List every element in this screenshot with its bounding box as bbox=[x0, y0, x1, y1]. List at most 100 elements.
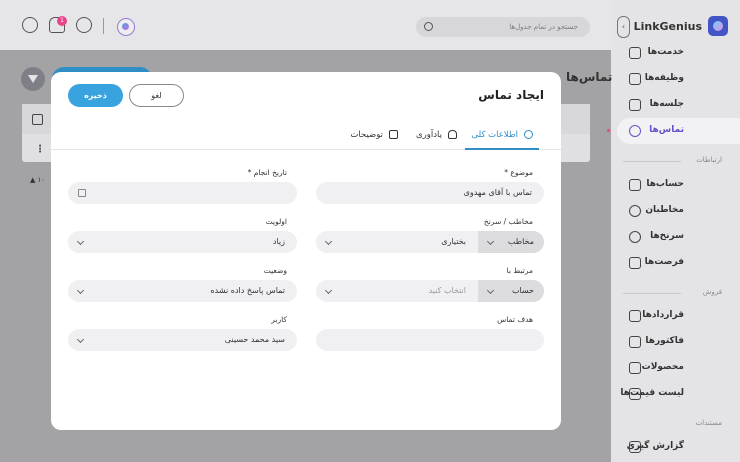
goal-field[interactable] bbox=[316, 329, 544, 351]
priority-value: زیاد bbox=[272, 237, 285, 246]
sidebar-item-services[interactable]: خدمت‌ها bbox=[617, 40, 740, 66]
sidebar-item-pricelists[interactable]: لیست قیمت‌ها bbox=[617, 381, 740, 407]
date-field[interactable] bbox=[68, 182, 297, 204]
user-select[interactable]: سید محمد حسینی bbox=[68, 329, 297, 351]
sidebar-item-label: قراردادها bbox=[642, 310, 684, 320]
contact-select[interactable]: مخاطب بختیاری bbox=[316, 231, 544, 253]
sidebar-item-tasks[interactable]: وظیفه‌ها bbox=[617, 66, 740, 92]
create-call-dialog: ایجاد تماس ذخیره لغو اطلاعات کلی یادآوری… bbox=[51, 72, 561, 430]
notification-badge: 1 bbox=[57, 16, 67, 26]
tab-label: یادآوری bbox=[416, 130, 442, 140]
related-type-value: حساب bbox=[511, 286, 534, 295]
sidebar-item-label: فاکتورها bbox=[645, 336, 684, 346]
logo-icon bbox=[708, 16, 728, 36]
invoices-icon bbox=[629, 336, 641, 348]
tab-label: توضیحات bbox=[350, 130, 383, 140]
related-label: مرتبط با bbox=[506, 266, 533, 275]
contracts-icon bbox=[629, 310, 641, 322]
date-label: تاریخ انجام * bbox=[247, 168, 287, 177]
sidebar-item-label: خدمت‌ها bbox=[647, 47, 684, 57]
sidebar-item-label: تماس‌ها bbox=[649, 125, 684, 135]
reports-icon bbox=[629, 441, 641, 453]
contacts-icon bbox=[629, 205, 641, 217]
related-placeholder: انتخاب کنید bbox=[428, 286, 466, 295]
chevron-down-icon bbox=[486, 286, 495, 295]
document-icon bbox=[389, 130, 398, 139]
brand-name: LinkGenius bbox=[633, 20, 702, 33]
sidebar-item-opportunities[interactable]: فرصت‌ها bbox=[617, 250, 740, 276]
bell-icon bbox=[448, 130, 457, 139]
sidebar-item-label: حساب‌ها bbox=[646, 179, 684, 189]
subject-label: موضوع * bbox=[504, 168, 533, 177]
page-title: تماس‌ها bbox=[566, 70, 613, 84]
sidebar-item-label: سرنخ‌ها bbox=[650, 231, 684, 241]
filter-icon[interactable] bbox=[21, 67, 45, 91]
sidebar-item-invoices[interactable]: فاکتورها bbox=[617, 329, 740, 355]
sidebar-item-label: محصولات bbox=[641, 362, 684, 372]
sidebar-item-label: جلسه‌ها bbox=[649, 99, 684, 109]
opportunities-icon bbox=[629, 257, 641, 269]
contact-label: مخاطب / سرنخ bbox=[483, 217, 533, 226]
user-value: سید محمد حسینی bbox=[224, 335, 285, 344]
top-bar: 1 جستجو در تمام جدول‌ها bbox=[0, 0, 611, 50]
cancel-button[interactable]: لغو bbox=[129, 84, 184, 107]
calendar-icon[interactable] bbox=[78, 189, 86, 197]
tasks-icon bbox=[629, 73, 641, 85]
chevron-down-icon bbox=[486, 237, 495, 246]
add-circle-icon[interactable] bbox=[76, 17, 92, 33]
info-icon bbox=[524, 130, 533, 139]
tab-description[interactable]: توضیحات bbox=[344, 120, 404, 150]
products-icon bbox=[629, 362, 641, 374]
leads-icon bbox=[629, 231, 641, 243]
priority-select[interactable]: زیاد bbox=[68, 231, 297, 253]
section-label-docs: مستندات bbox=[695, 419, 722, 427]
save-button[interactable]: ذخیره bbox=[68, 84, 123, 107]
sidebar-item-accounts[interactable]: حساب‌ها bbox=[617, 172, 740, 198]
divider bbox=[103, 18, 104, 34]
collapse-sidebar-button[interactable]: › bbox=[617, 16, 630, 38]
sidebar-item-label: مخاطبان bbox=[645, 205, 684, 215]
section-label-relations: ارتباطات bbox=[696, 156, 722, 164]
sidebar-item-contacts[interactable]: مخاطبان bbox=[617, 198, 740, 224]
status-value: تماس پاسخ داده نشده bbox=[210, 286, 285, 295]
related-select[interactable]: حساب انتخاب کنید bbox=[316, 280, 544, 302]
related-type-select[interactable]: حساب bbox=[478, 280, 544, 302]
settings-icon[interactable] bbox=[22, 17, 38, 33]
status-select[interactable]: تماس پاسخ داده نشده bbox=[68, 280, 297, 302]
services-icon bbox=[629, 47, 641, 59]
sidebar-item-meetings[interactable]: جلسه‌ها bbox=[617, 92, 740, 118]
tab-bar: اطلاعات کلی یادآوری توضیحات bbox=[51, 120, 561, 150]
calls-icon bbox=[629, 125, 641, 137]
goal-label: هدف تماس bbox=[497, 315, 533, 324]
contact-value: بختیاری bbox=[441, 237, 466, 246]
search-icon bbox=[424, 22, 433, 31]
search-input[interactable]: جستجو در تمام جدول‌ها bbox=[416, 17, 590, 37]
user-label: کاربر bbox=[271, 315, 287, 324]
accounts-icon bbox=[629, 179, 641, 191]
subject-value: تماس با آقای مهدوی bbox=[463, 188, 532, 197]
subject-field[interactable]: تماس با آقای مهدوی bbox=[316, 182, 544, 204]
user-avatar[interactable] bbox=[117, 18, 135, 36]
tab-general-info[interactable]: اطلاعات کلی bbox=[465, 120, 539, 150]
page-size-value: ۱۰ bbox=[37, 176, 46, 184]
contact-type-value: مخاطب bbox=[507, 237, 534, 246]
section-divider bbox=[623, 293, 681, 294]
sidebar-item-products[interactable]: محصولات bbox=[617, 355, 740, 381]
search-placeholder: جستجو در تمام جدول‌ها bbox=[509, 23, 578, 31]
priority-label: اولویت bbox=[265, 217, 287, 226]
contact-type-select[interactable]: مخاطب bbox=[478, 231, 544, 253]
sidebar-item-contracts[interactable]: قراردادها bbox=[617, 303, 740, 329]
tab-reminder[interactable]: یادآوری bbox=[410, 120, 463, 150]
page-size[interactable]: ▲ ۱۰ bbox=[30, 176, 45, 184]
section-divider bbox=[623, 161, 681, 162]
sidebar-item-calls[interactable]: تماس‌ها bbox=[607, 118, 740, 144]
sidebar-item-leads[interactable]: سرنخ‌ها bbox=[617, 224, 740, 250]
status-label: وضعیت bbox=[263, 266, 287, 275]
meetings-icon bbox=[629, 99, 641, 111]
sidebar-item-reports[interactable]: گزارش گیری bbox=[617, 434, 740, 460]
dialog-title: ایجاد تماس bbox=[478, 88, 544, 102]
chevron-down-icon bbox=[324, 286, 333, 295]
columns-icon[interactable] bbox=[32, 114, 43, 125]
more-icon[interactable]: ⋮ bbox=[35, 144, 45, 155]
chevron-down-icon bbox=[324, 237, 333, 246]
